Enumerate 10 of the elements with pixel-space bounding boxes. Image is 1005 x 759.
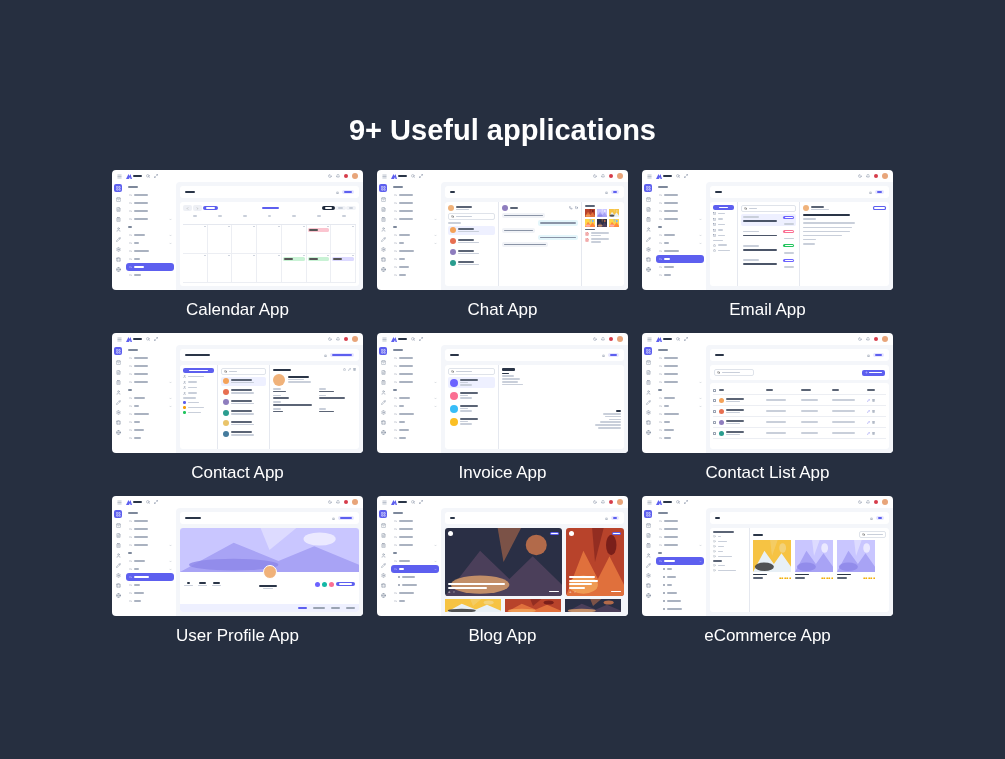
- app-title: Contact App: [191, 463, 284, 482]
- app-title: Invoice App: [458, 463, 547, 482]
- app-title: eCommerce App: [704, 626, 831, 645]
- app-title: Email App: [729, 300, 806, 319]
- app-title: Calendar App: [186, 300, 289, 319]
- page-heading: 9+ Useful applications: [349, 113, 656, 148]
- app-title: Chat App: [467, 300, 538, 319]
- app-title: User Profile App: [176, 626, 299, 645]
- app-title: Contact List App: [705, 463, 830, 482]
- app-title: Blog App: [468, 626, 537, 645]
